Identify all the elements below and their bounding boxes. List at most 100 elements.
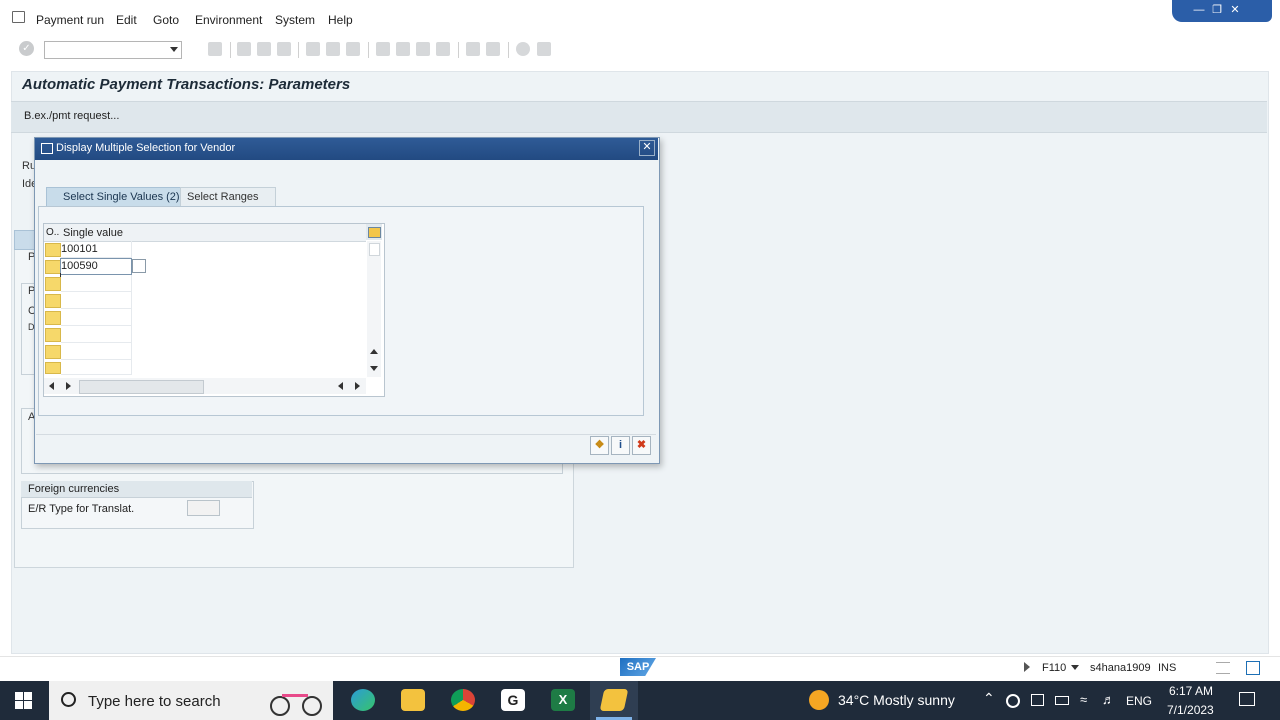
help-icon[interactable]: [516, 42, 530, 56]
layout-icon[interactable]: [1216, 662, 1230, 674]
scroll-left-icon[interactable]: [49, 382, 54, 390]
back-icon[interactable]: [237, 42, 251, 56]
toolbar-divider: [508, 42, 509, 58]
shortcut-icon[interactable]: [486, 42, 500, 56]
find-next-icon[interactable]: [346, 42, 360, 56]
last-page-icon[interactable]: [436, 42, 450, 56]
meet-icon[interactable]: [1031, 694, 1044, 706]
scroll-down-icon[interactable]: [370, 366, 378, 371]
table-cell-value[interactable]: [61, 275, 132, 292]
table-cell-value[interactable]: [61, 309, 132, 326]
windows-start-icon[interactable]: [15, 692, 32, 709]
menu-icon[interactable]: [12, 11, 25, 23]
language-indicator[interactable]: ENG: [1126, 694, 1152, 708]
save-icon[interactable]: [208, 42, 222, 56]
minimize-icon[interactable]: —: [1192, 4, 1206, 16]
enter-icon[interactable]: ✓: [19, 41, 34, 56]
table-cell-value-editing[interactable]: 100590: [60, 258, 132, 275]
toolbar: ✓: [0, 38, 1280, 62]
chevron-up-icon[interactable]: ⌃: [983, 690, 995, 707]
weather-status[interactable]: 34°C Mostly sunny: [838, 692, 955, 708]
new-session-icon[interactable]: [466, 42, 480, 56]
play-icon[interactable]: [1024, 662, 1030, 672]
table-settings-icon[interactable]: [366, 224, 382, 240]
scroll-thumb[interactable]: [79, 380, 204, 394]
insert-mode[interactable]: INS: [1158, 662, 1176, 674]
row-selector[interactable]: [45, 362, 61, 374]
exit-icon[interactable]: [257, 42, 271, 56]
chevron-down-icon[interactable]: [1071, 665, 1079, 670]
menu-edit[interactable]: Edit: [116, 13, 137, 27]
pmt-request-button[interactable]: B.ex./pmt request...: [24, 110, 119, 122]
chevron-down-icon[interactable]: [170, 47, 178, 52]
sap-gui-icon[interactable]: [599, 689, 629, 711]
menu-payment-run[interactable]: Payment run: [36, 13, 104, 27]
clock-date[interactable]: 7/1/2023: [1167, 703, 1214, 717]
cancel-icon[interactable]: [277, 42, 291, 56]
table-cell-value[interactable]: 100101: [61, 241, 132, 258]
table-cell-value[interactable]: [61, 343, 132, 360]
vertical-scrollbar[interactable]: [367, 241, 381, 377]
application-toolbar: [11, 101, 1267, 133]
table-cell-value[interactable]: [61, 292, 132, 309]
table-cell-value[interactable]: [61, 360, 132, 375]
clock-time[interactable]: 6:17 AM: [1169, 684, 1213, 698]
sun-icon: [809, 690, 829, 710]
search-icon: [61, 692, 76, 707]
table-cell-value[interactable]: [61, 326, 132, 343]
row-selector[interactable]: [45, 294, 61, 308]
tab-ranges[interactable]: Select Ranges: [180, 187, 276, 207]
g-app-icon[interactable]: G: [501, 689, 525, 711]
display-icon: [41, 143, 53, 154]
scroll-left-icon[interactable]: [338, 382, 343, 390]
battery-icon[interactable]: [1055, 696, 1069, 705]
menu-help[interactable]: Help: [328, 13, 353, 27]
print-icon[interactable]: [306, 42, 320, 56]
scroll-right-icon[interactable]: [355, 382, 360, 390]
previous-page-icon[interactable]: [396, 42, 410, 56]
record-icon[interactable]: [1006, 694, 1020, 708]
row-selector[interactable]: [45, 243, 61, 257]
edge-icon[interactable]: [351, 689, 375, 711]
menu-bar: [0, 0, 1280, 39]
row-selector[interactable]: [45, 277, 61, 291]
expand-icon[interactable]: [1246, 661, 1260, 675]
close-icon[interactable]: ✕: [639, 140, 655, 156]
dialog-title: Display Multiple Selection for Vendor: [56, 142, 236, 154]
scroll-thumb[interactable]: [369, 243, 380, 256]
column-header-option[interactable]: O..: [46, 227, 59, 238]
wifi-icon[interactable]: ≈: [1080, 692, 1087, 707]
tab-single-values[interactable]: Select Single Values (2): [46, 187, 188, 207]
first-page-icon[interactable]: [376, 42, 390, 56]
menu-system[interactable]: System: [275, 13, 315, 27]
command-field[interactable]: [44, 41, 182, 59]
file-explorer-icon[interactable]: [401, 689, 425, 711]
next-page-icon[interactable]: [416, 42, 430, 56]
cancel-icon[interactable]: ✖: [632, 436, 651, 455]
window-controls: — ❐ ✕: [1172, 0, 1272, 22]
menu-goto[interactable]: Goto: [153, 13, 179, 27]
chrome-icon[interactable]: [451, 689, 475, 711]
toolbar-divider: [458, 42, 459, 58]
er-type-input[interactable]: [187, 500, 220, 516]
system-name: s4hana1909: [1090, 662, 1151, 674]
info-icon[interactable]: i: [611, 436, 630, 455]
column-header-single-value[interactable]: Single value: [63, 227, 123, 239]
row-selector[interactable]: [45, 328, 61, 342]
scroll-up-icon[interactable]: [370, 349, 378, 354]
scroll-right-icon[interactable]: [66, 382, 71, 390]
layout-icon[interactable]: [537, 42, 551, 56]
row-selector[interactable]: [45, 345, 61, 359]
row-selector[interactable]: [45, 260, 61, 274]
value-help-icon[interactable]: [132, 259, 146, 273]
close-window-icon[interactable]: ✕: [1228, 4, 1242, 16]
row-selector[interactable]: [45, 311, 61, 325]
restore-icon[interactable]: ❐: [1210, 4, 1224, 16]
copy-icon[interactable]: ❖: [590, 436, 609, 455]
find-icon[interactable]: [326, 42, 340, 56]
excel-icon[interactable]: X: [551, 689, 575, 711]
volume-icon[interactable]: ♬: [1102, 692, 1115, 707]
menu-environment[interactable]: Environment: [195, 13, 262, 27]
notification-icon[interactable]: [1239, 692, 1255, 706]
search-input[interactable]: Type here to search: [88, 693, 221, 710]
